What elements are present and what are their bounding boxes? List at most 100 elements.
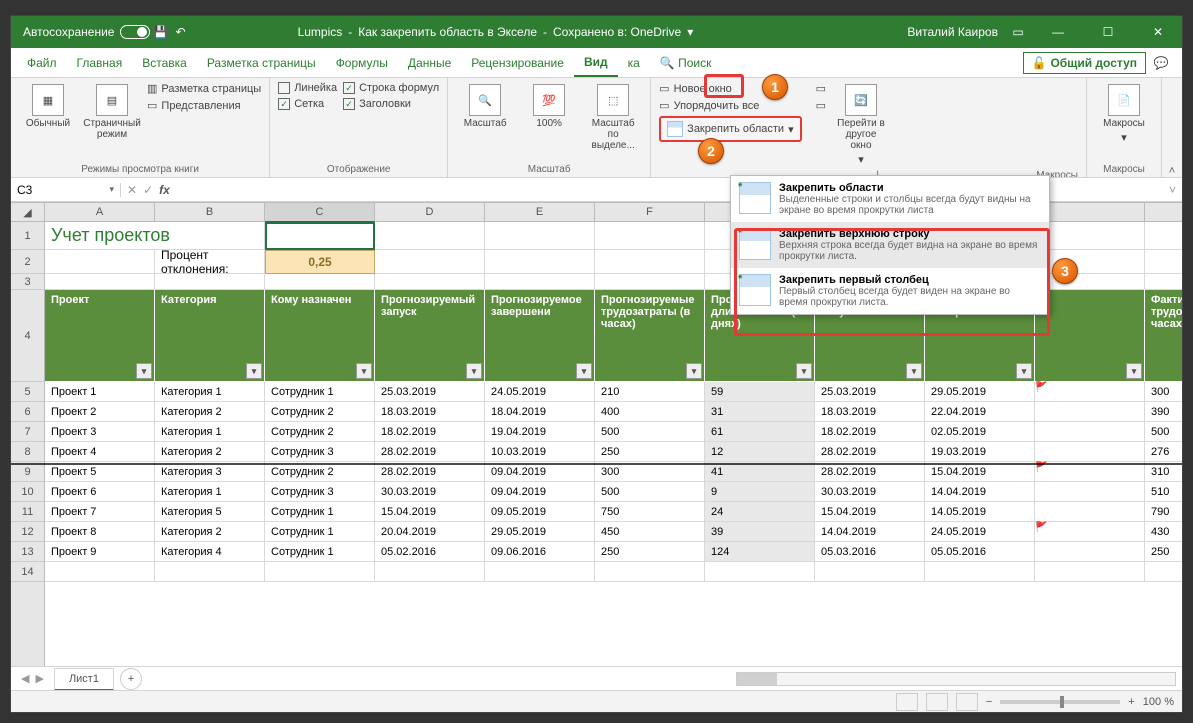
sheet-tab-1[interactable]: Лист1 bbox=[54, 668, 114, 691]
table-header-cell[interactable]: Категория bbox=[155, 290, 265, 382]
tab-ka[interactable]: ка bbox=[618, 50, 650, 76]
table-header-cell[interactable]: Кому назначен bbox=[265, 290, 375, 382]
cell[interactable] bbox=[815, 562, 925, 582]
undo-icon[interactable]: ↶ bbox=[170, 22, 190, 42]
cell[interactable] bbox=[1035, 222, 1145, 250]
table-header-cell[interactable]: Прогнозируемое завершени bbox=[485, 290, 595, 382]
col-header[interactable] bbox=[1145, 203, 1182, 222]
data-cell[interactable]: 29.05.2019 bbox=[485, 522, 595, 542]
data-cell[interactable]: Категория 1 bbox=[155, 482, 265, 502]
data-cell[interactable]: 61 bbox=[705, 422, 815, 442]
split-button[interactable]: ▭ bbox=[816, 82, 826, 95]
data-cell[interactable]: 210 bbox=[595, 382, 705, 402]
col-header[interactable]: A bbox=[45, 203, 155, 222]
tab-file[interactable]: Файл bbox=[17, 50, 67, 76]
data-cell[interactable]: 124 bbox=[705, 542, 815, 562]
cell[interactable] bbox=[1035, 274, 1145, 290]
data-cell[interactable]: 390 bbox=[1145, 402, 1182, 422]
row-header[interactable]: 9 bbox=[11, 462, 44, 482]
data-cell[interactable]: Сотрудник 1 bbox=[265, 522, 375, 542]
table-header-cell[interactable]: Проект bbox=[45, 290, 155, 382]
cell[interactable] bbox=[1145, 250, 1182, 274]
cell[interactable] bbox=[485, 274, 595, 290]
data-cell[interactable]: 500 bbox=[595, 482, 705, 502]
data-cell[interactable]: 18.04.2019 bbox=[485, 402, 595, 422]
name-box[interactable]: C3▾ bbox=[11, 183, 121, 197]
data-cell[interactable]: Сотрудник 3 bbox=[265, 442, 375, 462]
data-cell[interactable]: 300 bbox=[595, 462, 705, 482]
cell[interactable] bbox=[45, 562, 155, 582]
tab-insert[interactable]: Вставка bbox=[132, 50, 197, 76]
cell[interactable] bbox=[155, 274, 265, 290]
sheet-nav-next-icon[interactable]: ▶ bbox=[35, 672, 43, 685]
data-cell[interactable]: 10.03.2019 bbox=[485, 442, 595, 462]
data-cell[interactable]: Категория 3 bbox=[155, 462, 265, 482]
data-cell[interactable]: Проект 5 bbox=[45, 462, 155, 482]
data-cell[interactable]: 250 bbox=[1145, 542, 1182, 562]
data-cell[interactable]: 310 bbox=[1145, 462, 1182, 482]
data-cell[interactable]: 30.03.2019 bbox=[375, 482, 485, 502]
data-cell[interactable] bbox=[1035, 462, 1145, 482]
view-pagelayout-button[interactable]: ▥ Разметка страницы bbox=[147, 82, 261, 95]
data-cell[interactable]: Проект 3 bbox=[45, 422, 155, 442]
pct-value-cell[interactable]: 0,25 bbox=[265, 250, 375, 274]
data-cell[interactable]: 276 bbox=[1145, 442, 1182, 462]
data-cell[interactable]: Сотрудник 3 bbox=[265, 482, 375, 502]
confirm-icon[interactable]: ✓ bbox=[143, 183, 153, 197]
table-header-cell[interactable]: Прогнозируемые трудозатраты (в часах) bbox=[595, 290, 705, 382]
data-cell[interactable]: 09.04.2019 bbox=[485, 462, 595, 482]
zoom-out-button[interactable]: − bbox=[986, 696, 992, 708]
freeze-panes-button[interactable]: Закрепить области ▾ bbox=[659, 116, 801, 142]
cell[interactable] bbox=[1035, 562, 1145, 582]
cell[interactable] bbox=[265, 562, 375, 582]
data-cell[interactable]: 250 bbox=[595, 542, 705, 562]
fx-icon[interactable]: fx bbox=[159, 183, 170, 197]
data-cell[interactable]: Категория 4 bbox=[155, 542, 265, 562]
data-cell[interactable]: 28.02.2019 bbox=[815, 462, 925, 482]
cell[interactable] bbox=[45, 250, 155, 274]
data-cell[interactable]: 450 bbox=[595, 522, 705, 542]
data-cell[interactable]: Сотрудник 1 bbox=[265, 502, 375, 522]
data-cell[interactable]: 09.05.2019 bbox=[485, 502, 595, 522]
data-cell[interactable]: 15.04.2019 bbox=[925, 462, 1035, 482]
data-cell[interactable]: 59 bbox=[705, 382, 815, 402]
data-cell[interactable]: Проект 1 bbox=[45, 382, 155, 402]
data-cell[interactable]: 18.03.2019 bbox=[815, 402, 925, 422]
data-cell[interactable]: Категория 5 bbox=[155, 502, 265, 522]
data-cell[interactable]: Проект 9 bbox=[45, 542, 155, 562]
macros-button[interactable]: 📄Макросы▾ bbox=[1095, 82, 1153, 146]
data-cell[interactable]: Проект 4 bbox=[45, 442, 155, 462]
zoom-100-button[interactable]: 💯100% bbox=[520, 82, 578, 131]
data-cell[interactable]: Категория 2 bbox=[155, 442, 265, 462]
data-cell[interactable]: 14.05.2019 bbox=[925, 502, 1035, 522]
cell[interactable] bbox=[485, 562, 595, 582]
view-custom-button[interactable]: ▭ Представления bbox=[147, 99, 261, 112]
sheet-title-cell[interactable]: Учет проектов bbox=[45, 222, 265, 250]
autosave-toggle[interactable]: Автосохранение bbox=[23, 25, 150, 39]
data-cell[interactable]: 20.04.2019 bbox=[375, 522, 485, 542]
data-cell[interactable]: 05.03.2016 bbox=[815, 542, 925, 562]
row-header[interactable]: 13 bbox=[11, 542, 44, 562]
data-cell[interactable]: 25.03.2019 bbox=[375, 382, 485, 402]
select-all-corner[interactable]: ◢ bbox=[11, 202, 44, 222]
add-sheet-button[interactable]: + bbox=[120, 668, 142, 690]
data-cell[interactable]: 24 bbox=[705, 502, 815, 522]
table-header-cell[interactable] bbox=[1035, 290, 1145, 382]
cell[interactable] bbox=[595, 562, 705, 582]
data-cell[interactable] bbox=[1035, 542, 1145, 562]
row-header[interactable]: 5 bbox=[11, 382, 44, 402]
view-normal-icon[interactable] bbox=[896, 693, 918, 711]
row-header[interactable]: 11 bbox=[11, 502, 44, 522]
cell[interactable] bbox=[485, 250, 595, 274]
zoom-in-button[interactable]: + bbox=[1128, 696, 1134, 708]
data-cell[interactable]: 19.04.2019 bbox=[485, 422, 595, 442]
cell[interactable] bbox=[1145, 222, 1182, 250]
cell[interactable] bbox=[925, 562, 1035, 582]
data-cell[interactable]: 22.04.2019 bbox=[925, 402, 1035, 422]
data-cell[interactable]: Проект 8 bbox=[45, 522, 155, 542]
col-header[interactable]: D bbox=[375, 203, 485, 222]
data-cell[interactable]: 510 bbox=[1145, 482, 1182, 502]
data-cell[interactable]: 02.05.2019 bbox=[925, 422, 1035, 442]
data-cell[interactable]: 29.05.2019 bbox=[925, 382, 1035, 402]
freeze-panes-option[interactable]: Закрепить областиВыделенные строки и сто… bbox=[731, 176, 1049, 222]
